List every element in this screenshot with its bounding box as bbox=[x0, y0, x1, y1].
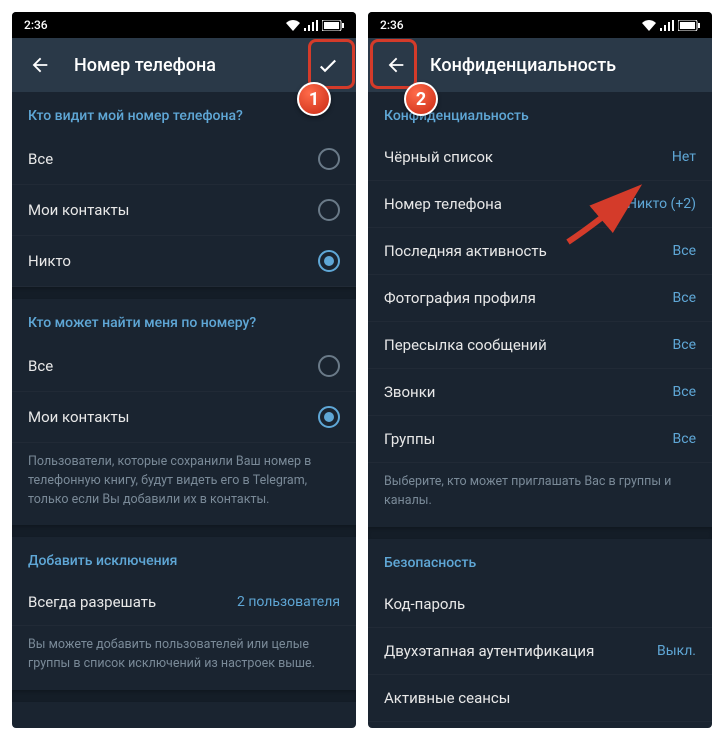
radio-icon bbox=[318, 355, 340, 377]
row-value: Все bbox=[673, 290, 696, 306]
wifi-icon bbox=[286, 20, 300, 31]
row-value: 2 пользователя bbox=[237, 594, 340, 610]
row-label: Двухэтапная аутентификация bbox=[384, 642, 657, 660]
annotation-badge-2: 2 bbox=[404, 82, 438, 116]
row-value: Все bbox=[673, 243, 696, 259]
divider bbox=[12, 525, 356, 537]
radio-label: Мои контакты bbox=[28, 408, 318, 426]
row-value: Все bbox=[673, 337, 696, 353]
row-forwarding[interactable]: Пересылка сообщений Все bbox=[368, 322, 712, 369]
row-label: Фотография профиля bbox=[384, 289, 673, 307]
row-value: Никто (+2) bbox=[627, 196, 696, 212]
row-label: Чёрный список bbox=[384, 148, 672, 166]
battery-icon bbox=[678, 20, 700, 31]
confirm-button[interactable] bbox=[314, 51, 342, 79]
row-value: Выкл. bbox=[657, 643, 696, 659]
row-passcode[interactable]: Код-пароль bbox=[368, 581, 712, 628]
hint-text: Пользователи, которые сохранили Ваш номе… bbox=[12, 443, 356, 525]
signal-icon bbox=[660, 20, 674, 31]
radio-row-all[interactable]: Все bbox=[12, 134, 356, 185]
status-bar: 2:36 bbox=[12, 12, 356, 38]
row-blacklist[interactable]: Чёрный список Нет bbox=[368, 134, 712, 181]
hint-text: Управление сеансами на других устройства… bbox=[368, 722, 712, 729]
row-value: Все bbox=[673, 431, 696, 447]
row-value: Все bbox=[673, 384, 696, 400]
status-icons bbox=[286, 20, 344, 31]
row-label: Звонки bbox=[384, 383, 673, 401]
back-button[interactable] bbox=[26, 51, 54, 79]
radio-label: Мои контакты bbox=[28, 201, 318, 219]
section-header-who-finds: Кто может найти меня по номеру? bbox=[12, 299, 356, 341]
row-groups[interactable]: Группы Все bbox=[368, 416, 712, 463]
section-header-security: Безопасность bbox=[368, 539, 712, 581]
battery-icon bbox=[322, 20, 344, 31]
divider bbox=[368, 527, 712, 539]
phone-right: 2:36 Конфиденциальность Конфиденциальнос… bbox=[368, 12, 712, 728]
row-phone-number[interactable]: Номер телефона Никто (+2) bbox=[368, 181, 712, 228]
divider bbox=[12, 287, 356, 299]
status-time: 2:36 bbox=[380, 18, 404, 32]
row-calls[interactable]: Звонки Все bbox=[368, 369, 712, 416]
radio-row-contacts-2[interactable]: Мои контакты bbox=[12, 392, 356, 443]
divider bbox=[12, 690, 356, 702]
back-button[interactable] bbox=[382, 51, 410, 79]
wifi-icon bbox=[642, 20, 656, 31]
row-two-step[interactable]: Двухэтапная аутентификация Выкл. bbox=[368, 628, 712, 675]
radio-row-contacts[interactable]: Мои контакты bbox=[12, 185, 356, 236]
section-header-exceptions: Добавить исключения bbox=[12, 537, 356, 579]
signal-icon bbox=[304, 20, 318, 31]
exceptions-row[interactable]: Всегда разрешать 2 пользователя bbox=[12, 579, 356, 626]
row-profile-photo[interactable]: Фотография профиля Все bbox=[368, 275, 712, 322]
radio-icon bbox=[318, 199, 340, 221]
hint-text: Вы можете добавить пользователей или цел… bbox=[12, 626, 356, 690]
row-label: Код-пароль bbox=[384, 595, 696, 613]
row-label: Пересылка сообщений bbox=[384, 336, 673, 354]
radio-icon bbox=[318, 250, 340, 272]
row-value: Нет bbox=[672, 149, 696, 165]
phone-left: 2:36 Номер телефона Кто видит мой номер … bbox=[12, 12, 356, 728]
check-icon bbox=[316, 53, 340, 77]
radio-label: Никто bbox=[28, 252, 318, 270]
radio-label: Все bbox=[28, 357, 318, 375]
hint-text: Выберите, кто может приглашать Вас в гру… bbox=[368, 463, 712, 527]
radio-label: Все bbox=[28, 150, 318, 168]
radio-row-all-2[interactable]: Все bbox=[12, 341, 356, 392]
status-icons bbox=[642, 20, 700, 31]
row-label: Номер телефона bbox=[384, 195, 627, 213]
radio-icon bbox=[318, 148, 340, 170]
row-label: Всегда разрешать bbox=[28, 593, 237, 611]
content-right: Конфиденциальность Чёрный список Нет Ном… bbox=[368, 92, 712, 728]
row-label: Группы bbox=[384, 430, 673, 448]
radio-row-nobody[interactable]: Никто bbox=[12, 236, 356, 287]
row-label: Последняя активность bbox=[384, 242, 673, 260]
status-bar: 2:36 bbox=[368, 12, 712, 38]
arrow-left-icon bbox=[385, 54, 407, 76]
radio-icon bbox=[318, 406, 340, 428]
content-left: Кто видит мой номер телефона? Все Мои ко… bbox=[12, 92, 356, 728]
page-title: Номер телефона bbox=[74, 55, 314, 76]
row-active-sessions[interactable]: Активные сеансы bbox=[368, 675, 712, 722]
annotation-badge-1: 1 bbox=[297, 82, 331, 116]
arrow-left-icon bbox=[29, 54, 51, 76]
row-label: Активные сеансы bbox=[384, 689, 696, 707]
row-last-seen[interactable]: Последняя активность Все bbox=[368, 228, 712, 275]
status-time: 2:36 bbox=[24, 18, 48, 32]
page-title: Конфиденциальность bbox=[430, 55, 698, 76]
